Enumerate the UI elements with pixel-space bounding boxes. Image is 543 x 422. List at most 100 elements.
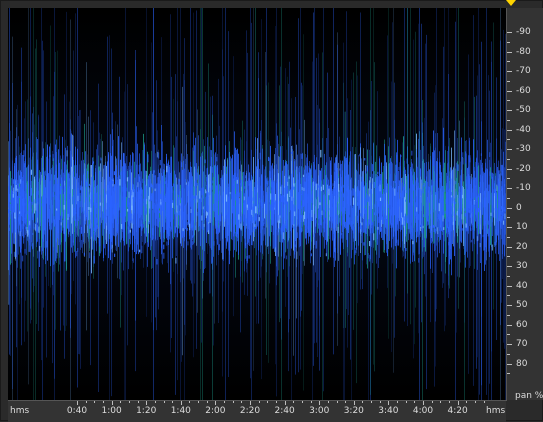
pan-ruler: -90 -80 -70 -60 -50 -40 -30 -20 -10 0 10… xyxy=(506,8,543,401)
spectral-core-dot xyxy=(354,250,356,255)
spectral-core-dot xyxy=(319,209,321,216)
spectral-core-dot xyxy=(30,169,33,175)
spectral-core-dot xyxy=(301,186,303,191)
spectral-core-dot xyxy=(410,225,412,233)
spectral-core-dot xyxy=(485,234,488,242)
spectral-core-dot xyxy=(248,209,250,212)
spectral-core-dot xyxy=(263,222,265,227)
spectral-core-dot xyxy=(221,195,223,203)
spectral-core-dot xyxy=(351,220,353,229)
spectral-core-dot xyxy=(9,200,11,203)
spectral-core-dot xyxy=(259,200,261,203)
spectral-core-dot xyxy=(440,197,442,203)
spectral-core-dot xyxy=(14,212,16,219)
spectral-core-dot xyxy=(124,212,126,217)
spectral-core-dot xyxy=(437,213,440,220)
spectral-core-dot xyxy=(138,164,140,172)
spectral-core-dot xyxy=(12,193,14,198)
spectral-core-dot xyxy=(156,151,159,158)
spectral-core-dot xyxy=(411,150,413,156)
spectral-core-dot xyxy=(53,184,55,192)
time-minor-tick-mark xyxy=(258,401,260,403)
spectral-core-dot xyxy=(25,194,27,199)
spectral-core-dot xyxy=(139,249,141,253)
spectral-core-dot xyxy=(44,187,46,195)
pan-minor-tick-mark xyxy=(507,41,510,43)
spectral-core-dot xyxy=(286,215,288,220)
spectral-core-dot xyxy=(132,187,135,192)
spectral-core-dot xyxy=(252,196,254,201)
spectral-display[interactable] xyxy=(8,8,507,401)
pan-minor-tick-mark xyxy=(507,178,510,180)
time-minor-tick-mark xyxy=(189,401,191,403)
time-minor-tick-mark xyxy=(154,401,156,403)
spectral-core-dot xyxy=(454,201,456,204)
spectral-core-dot xyxy=(357,188,359,197)
spectral-core-dot xyxy=(490,212,492,216)
spectral-core-dot xyxy=(461,228,464,231)
spectral-core-dot xyxy=(53,216,55,222)
time-ruler[interactable]: hms 0:40 1:00 1:20 1:40 2:00 2:20 2:40 3… xyxy=(8,400,506,422)
spectral-core-dot xyxy=(404,216,407,221)
spectral-core-dot xyxy=(113,171,115,176)
spectral-core-dot xyxy=(337,196,339,202)
spectral-core-dot xyxy=(245,175,247,179)
spectral-core-dot xyxy=(207,223,210,231)
spectral-core-dot xyxy=(160,199,162,205)
spectral-core-dot xyxy=(9,203,11,212)
spectral-core-dot xyxy=(218,191,220,196)
spectral-core-dot xyxy=(444,189,446,192)
spectral-core-dot xyxy=(160,183,162,189)
spectral-core-dot xyxy=(338,183,340,192)
time-minor-tick-mark xyxy=(345,401,347,403)
spectral-core-dot xyxy=(135,189,137,193)
spectral-core-dot xyxy=(257,204,259,209)
spectral-core-dot xyxy=(400,212,403,219)
spectral-core-dot xyxy=(331,218,333,222)
spectral-core-dot xyxy=(23,150,25,157)
spectral-core-dot xyxy=(412,240,414,245)
time-minor-tick-mark xyxy=(102,401,104,403)
spectral-core-dot xyxy=(34,224,37,231)
time-tick-label: 3:00 xyxy=(309,406,330,416)
spectral-core-dot xyxy=(78,192,80,201)
spectral-core-dot xyxy=(282,194,284,203)
spectral-core-dot xyxy=(109,216,111,223)
play-cursor-marker-icon[interactable] xyxy=(506,0,516,6)
pan-tick-mark xyxy=(507,207,512,209)
spectral-core-dot xyxy=(18,217,20,222)
spectral-core-dot xyxy=(319,202,321,206)
spectral-core-dot xyxy=(298,210,301,215)
spectral-core-dot xyxy=(176,229,178,237)
spectral-core-dot xyxy=(371,164,374,172)
spectral-core-dot xyxy=(244,186,246,189)
spectral-core-dot xyxy=(91,208,93,215)
spectral-core-dot xyxy=(255,206,257,214)
spectral-core-dot xyxy=(110,197,113,205)
spectral-core-dot xyxy=(381,202,383,206)
spectral-core-dot xyxy=(257,160,259,169)
spectral-core-dot xyxy=(402,217,404,225)
spectral-core-dot xyxy=(253,213,255,222)
spectral-core-dot xyxy=(90,207,92,213)
spectral-core-dot xyxy=(226,184,228,187)
pan-tick-mark xyxy=(507,129,512,131)
spectral-core-dot xyxy=(260,198,263,207)
spectral-core-dot xyxy=(370,227,372,234)
spectral-core-dot xyxy=(469,155,471,163)
spectral-core-dot xyxy=(498,217,500,221)
spectral-core-dot xyxy=(495,228,497,235)
spectral-core-dot xyxy=(158,220,160,228)
spectral-core-dot xyxy=(204,159,206,164)
spectral-core-dot xyxy=(134,196,136,202)
spectral-core-dot xyxy=(132,258,135,263)
spectral-core-dot xyxy=(88,183,91,186)
spectral-core-dot xyxy=(282,207,284,211)
pan-minor-tick-mark xyxy=(507,314,510,316)
spectral-core-dot xyxy=(378,198,380,206)
spectral-core-dot xyxy=(29,224,31,230)
spectral-core-dot xyxy=(301,215,303,222)
spectral-core-dot xyxy=(139,188,141,194)
spectral-core-dot xyxy=(420,189,422,196)
spectral-core-dot xyxy=(69,186,71,194)
